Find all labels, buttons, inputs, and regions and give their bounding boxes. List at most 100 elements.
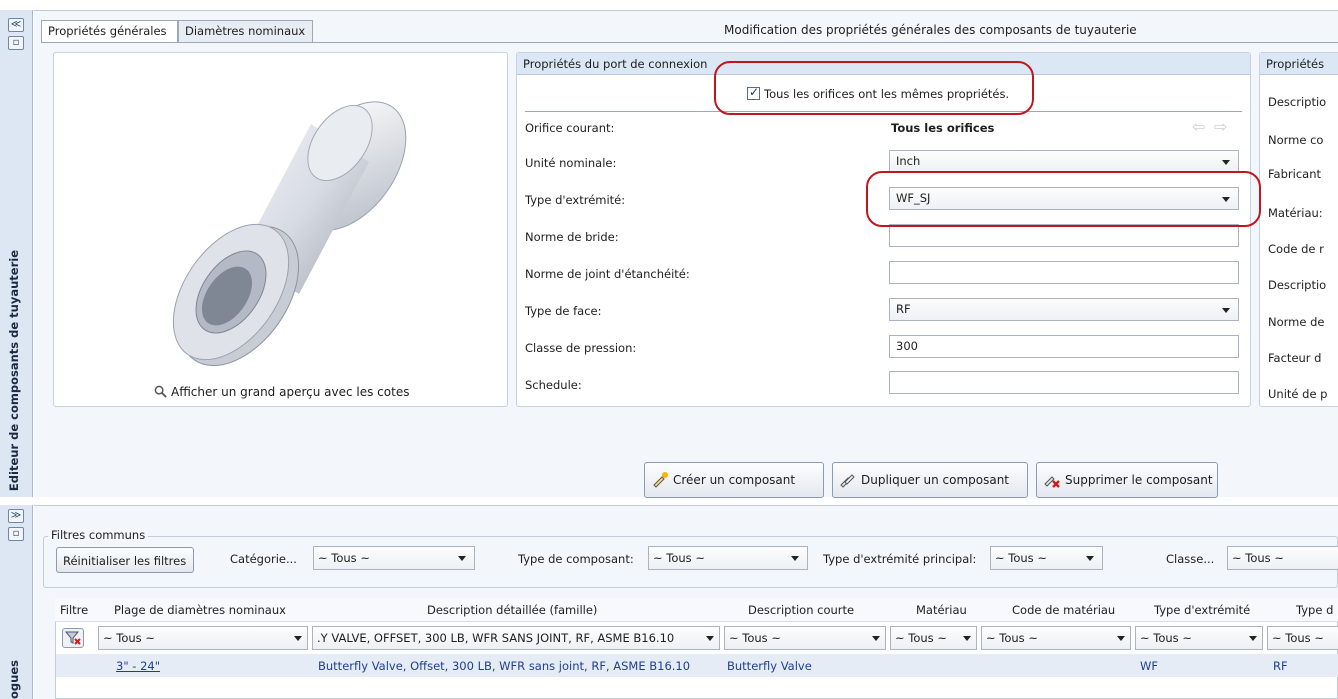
chevron-down-icon: [1222, 160, 1230, 165]
general-prop-label: Descriptio: [1268, 95, 1327, 109]
catalog-strip: ≫ ▫ ogues: [0, 505, 33, 699]
general-prop-label: Descriptio: [1268, 278, 1327, 292]
short-description-cell: Butterfly Valve: [727, 659, 812, 673]
column-header-material-code[interactable]: Code de matériau: [1012, 603, 1115, 617]
catalog-strip-label: ogues: [7, 660, 21, 699]
large-preview-label: Afficher un grand aperçu avec les cotes: [171, 385, 410, 399]
catalog-pin-button[interactable]: ▫: [8, 527, 24, 541]
end-type-filter-combo[interactable]: ~ Tous ~: [1135, 626, 1263, 650]
gasket-standard-label: Norme de joint d'étanchéité:: [525, 267, 690, 281]
schedule-input[interactable]: [889, 371, 1239, 394]
general-prop-label: Norme de: [1268, 315, 1325, 329]
reset-filters-button[interactable]: Réinitialiser les filtres: [56, 547, 194, 573]
material-filter-value: ~ Tous ~: [895, 631, 947, 645]
current-port-label: Orifice courant:: [525, 121, 615, 135]
component-editor-strip-label: Editeur de composants de tuyauterie: [7, 250, 21, 492]
component-type-filter-label: Type de composant:: [518, 552, 634, 566]
face-type-combo[interactable]: RF: [889, 298, 1239, 321]
current-port-value: Tous les orifices: [891, 121, 995, 135]
previous-port-arrow-icon[interactable]: ⇦: [1192, 117, 1205, 136]
general-properties-group: Propriétés Descriptio Norme co Fabricant…: [1259, 52, 1338, 407]
column-header-short-description[interactable]: Description courte: [748, 603, 854, 617]
column-header-filter[interactable]: Filtre: [60, 603, 88, 617]
component-type-filter-value: ~ Tous ~: [653, 551, 705, 565]
end-type-label: Type d'extrémité:: [525, 193, 626, 207]
detailed-description-filter-combo[interactable]: .Y VALVE, OFFSET, 300 LB, WFR SANS JOINT…: [312, 626, 720, 650]
tab-general-properties[interactable]: Propriétés générales: [41, 20, 178, 43]
column-header-clipped[interactable]: Type d: [1296, 603, 1333, 617]
create-component-icon: [653, 472, 668, 488]
clipped-filter-combo[interactable]: ~ Tous ~: [1267, 626, 1338, 650]
funnel-clear-icon: [64, 631, 81, 645]
flange-standard-input[interactable]: [889, 224, 1239, 247]
class-filter-value: ~ Tous ~: [1232, 551, 1284, 565]
pressure-class-label: Classe de pression:: [525, 341, 637, 355]
next-port-arrow-icon[interactable]: ⇨: [1214, 117, 1227, 136]
face-type-value: RF: [896, 302, 911, 316]
size-range-cell[interactable]: 3" - 24": [116, 659, 160, 673]
clear-filter-button[interactable]: [62, 628, 84, 648]
annotation-oval: [714, 61, 1034, 115]
tab-nominal-diameters[interactable]: Diamètres nominaux: [178, 20, 313, 42]
duplicate-component-icon: [840, 474, 855, 488]
create-component-button[interactable]: Créer un composant: [644, 462, 824, 498]
main-end-type-filter-label: Type d'extrémité principal:: [823, 552, 977, 566]
general-prop-label: Code de r: [1268, 242, 1324, 256]
detailed-description-cell: Butterfly Valve, Offset, 300 LB, WFR san…: [318, 659, 691, 673]
editor-title: Modification des propriétés générales de…: [724, 23, 1137, 37]
general-prop-label: Matériau:: [1268, 206, 1323, 220]
column-header-size-range[interactable]: Plage de diamètres nominaux: [114, 603, 286, 617]
delete-component-button[interactable]: Supprimer le composant: [1036, 462, 1218, 498]
chevron-down-icon: [458, 556, 466, 561]
class-filter-label: Classe...: [1166, 552, 1215, 566]
column-header-end-type[interactable]: Type d'extrémité: [1154, 603, 1250, 617]
expand-down-button[interactable]: ≫: [8, 509, 24, 523]
end-type-filter-value: ~ Tous ~: [1140, 631, 1192, 645]
gasket-standard-input[interactable]: [889, 261, 1239, 284]
category-filter-value: ~ Tous ~: [318, 551, 370, 565]
chevron-down-icon: [294, 636, 302, 641]
column-header-detailed-description[interactable]: Description détaillée (famille): [427, 603, 597, 617]
schedule-label: Schedule:: [525, 378, 582, 392]
component-editor-strip: ≪ ▫ Editeur de composants de tuyauterie: [0, 10, 33, 497]
nominal-unit-value: Inch: [896, 154, 921, 168]
general-prop-label: Facteur d: [1268, 351, 1322, 365]
chevron-down-icon: [1222, 308, 1230, 313]
main-end-type-filter-combo[interactable]: ~ Tous ~: [990, 546, 1103, 570]
pressure-class-input[interactable]: 300: [889, 335, 1239, 358]
detailed-description-filter-value: .Y VALVE, OFFSET, 300 LB, WFR SANS JOINT…: [317, 631, 675, 645]
end-type-cell: WF: [1140, 659, 1158, 673]
size-range-filter-combo[interactable]: ~ Tous ~: [98, 626, 308, 650]
magnifier-icon: [154, 385, 167, 398]
short-description-filter-value: ~ Tous ~: [729, 631, 781, 645]
material-code-filter-combo[interactable]: ~ Tous ~: [981, 626, 1131, 650]
component-type-filter-combo[interactable]: ~ Tous ~: [648, 546, 808, 570]
face-type-label: Type de face:: [525, 304, 602, 318]
duplicate-component-button[interactable]: Dupliquer un composant: [832, 462, 1028, 498]
component-3d-preview: [119, 56, 441, 376]
category-filter-combo[interactable]: ~ Tous ~: [313, 546, 475, 570]
collapse-up-button[interactable]: ≪: [8, 18, 24, 32]
nominal-unit-label: Unité nominale:: [525, 156, 617, 170]
large-preview-link[interactable]: Afficher un grand aperçu avec les cotes: [154, 385, 409, 399]
class-filter-combo[interactable]: ~ Tous ~: [1227, 546, 1338, 570]
chevron-down-icon: [706, 636, 714, 641]
category-filter-label: Catégorie...: [230, 552, 297, 566]
common-filters-legend: Filtres communs: [48, 528, 149, 542]
chevron-down-icon: [791, 556, 799, 561]
chevron-down-icon: [1086, 556, 1094, 561]
chevron-down-icon: [1117, 636, 1125, 641]
general-prop-label: Norme co: [1268, 133, 1324, 147]
chevron-down-icon: [872, 636, 880, 641]
pin-button[interactable]: ▫: [8, 36, 24, 50]
chevron-down-icon: [963, 636, 971, 641]
nominal-unit-combo[interactable]: Inch: [889, 150, 1239, 173]
short-description-filter-combo[interactable]: ~ Tous ~: [724, 626, 886, 650]
clipped-filter-value: ~ Tous ~: [1272, 631, 1324, 645]
size-range-filter-value: ~ Tous ~: [103, 631, 155, 645]
material-filter-combo[interactable]: ~ Tous ~: [890, 626, 977, 650]
delete-component-icon: [1044, 476, 1060, 488]
general-prop-label: Unité de p: [1268, 387, 1328, 401]
column-header-material[interactable]: Matériau: [916, 603, 967, 617]
main-end-type-filter-value: ~ Tous ~: [995, 551, 1047, 565]
